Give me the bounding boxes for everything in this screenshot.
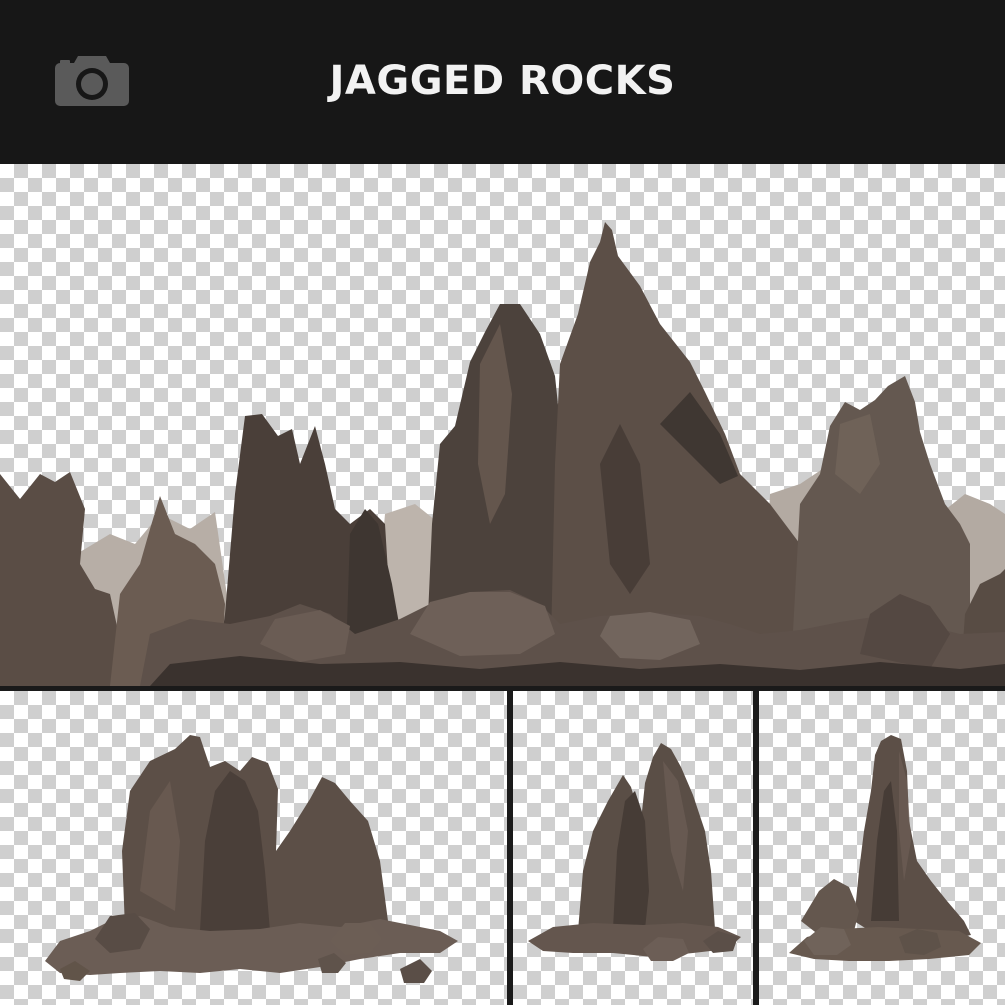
wide-rock-cluster xyxy=(45,735,458,983)
twin-spires-rock xyxy=(528,743,741,961)
preview-panel-single-spire xyxy=(759,691,1005,1005)
preview-panel-twin-spires xyxy=(513,691,753,1005)
single-spire-rock xyxy=(789,735,981,961)
preview-panel-wide-rock xyxy=(0,691,507,1005)
jagged-rocks-panorama xyxy=(0,222,1005,686)
page-title: JAGGED ROCKS xyxy=(329,58,676,104)
main-preview-panel xyxy=(0,164,1005,686)
header-bar: JAGGED ROCKS xyxy=(0,0,1005,164)
